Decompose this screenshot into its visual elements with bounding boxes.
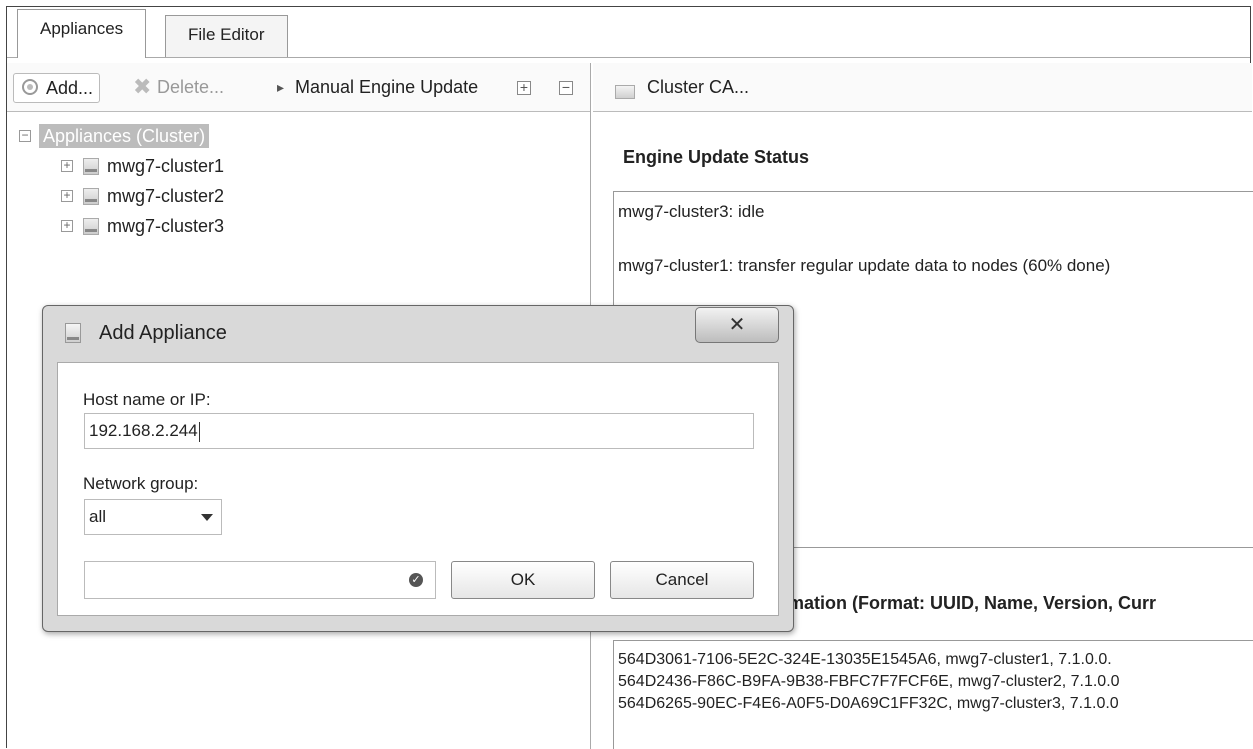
tree-item-label: mwg7-cluster1 [107,156,225,176]
cluster-information-title: rmation (Format: UUID, Name, Version, Cu… [781,593,1157,613]
dialog-body: Host name or IP: 192.168.2.244 Network g… [57,362,779,616]
tree-item-label: mwg7-cluster3 [107,216,225,236]
appliance-icon [83,158,99,175]
validation-status-field: ✓ [84,561,436,599]
delete-button-label: Delete... [157,77,225,97]
delete-icon: ✖ [133,74,152,99]
add-icon [22,79,38,95]
appliance-icon [65,323,81,343]
manual-engine-update-label: Manual Engine Update [295,77,479,97]
info-line: 564D3061-7106-5E2C-324E-13035E1545A6, mw… [618,651,1112,668]
close-button[interactable]: ✕ [695,307,779,343]
play-arrow-icon: ▸ [277,79,285,95]
info-line: 564D2436-F86C-B9FA-9B38-FBFC7F7FCF6E, mw… [618,673,1120,690]
dialog-title: Add Appliance [99,322,227,344]
certificate-icon [615,85,635,99]
tree-item-label: mwg7-cluster2 [107,186,225,206]
status-line: mwg7-cluster3: idle [618,202,765,221]
appliance-tree: − Appliances (Cluster) + mwg7-cluster1 +… [19,121,439,241]
network-group-value: all [89,507,107,526]
status-line: mwg7-cluster1: transfer regular update d… [618,256,1111,275]
tree-root[interactable]: − Appliances (Cluster) [19,121,439,151]
host-input-value: 192.168.2.244 [89,421,198,440]
add-button[interactable]: Add... [13,73,101,103]
tree-item-mwg7-cluster2[interactable]: + mwg7-cluster2 [19,181,439,211]
host-input[interactable]: 192.168.2.244 [84,413,754,449]
close-icon: ✕ [728,314,746,336]
tab-appliances[interactable]: Appliances [17,9,147,58]
manual-engine-update-button[interactable]: ▸ Manual Engine Update [275,73,478,101]
appliance-icon [83,218,99,235]
appliances-toolbar: Add... ✖ Delete... ▸ Manual Engine Updat… [7,63,590,112]
chevron-down-icon[interactable] [201,514,213,521]
check-icon: ✓ [409,573,423,587]
engine-update-status-title: Engine Update Status [623,147,810,167]
collapse-icon[interactable]: − [19,129,31,142]
appliance-icon [83,188,99,205]
network-group-label: Network group: [83,474,199,493]
add-appliance-dialog: Add Appliance ✕ Host name or IP: 192.168… [42,305,794,632]
network-group-select[interactable]: all [84,499,222,535]
cluster-ca-label: Cluster CA... [647,77,750,97]
tree-item-mwg7-cluster3[interactable]: + mwg7-cluster3 [19,211,439,241]
cancel-button[interactable]: Cancel [610,561,754,599]
collapse-all-button[interactable]: − [559,80,573,95]
host-label: Host name or IP: [83,390,211,409]
expand-icon[interactable]: + [61,219,73,232]
tab-bar: Appliances File Editor [7,7,1250,58]
cluster-information-box: 564D3061-7106-5E2C-324E-13035E1545A6, mw… [613,640,1253,749]
expand-all-button[interactable]: + [517,80,531,95]
tree-root-label[interactable]: Appliances (Cluster) [39,124,210,148]
add-button-label: Add... [46,78,94,98]
cluster-ca-header[interactable]: Cluster CA... [593,63,1252,112]
ok-button[interactable]: OK [451,561,595,599]
text-caret [198,421,200,442]
info-line: 564D6265-90EC-F4E6-A0F5-D0A69C1FF32C, mw… [618,695,1119,712]
delete-button[interactable]: ✖ Delete... [131,73,224,101]
expand-icon[interactable]: + [61,189,73,202]
expand-icon[interactable]: + [61,159,73,172]
tab-file-editor[interactable]: File Editor [165,15,288,57]
tree-item-mwg7-cluster1[interactable]: + mwg7-cluster1 [19,151,439,181]
